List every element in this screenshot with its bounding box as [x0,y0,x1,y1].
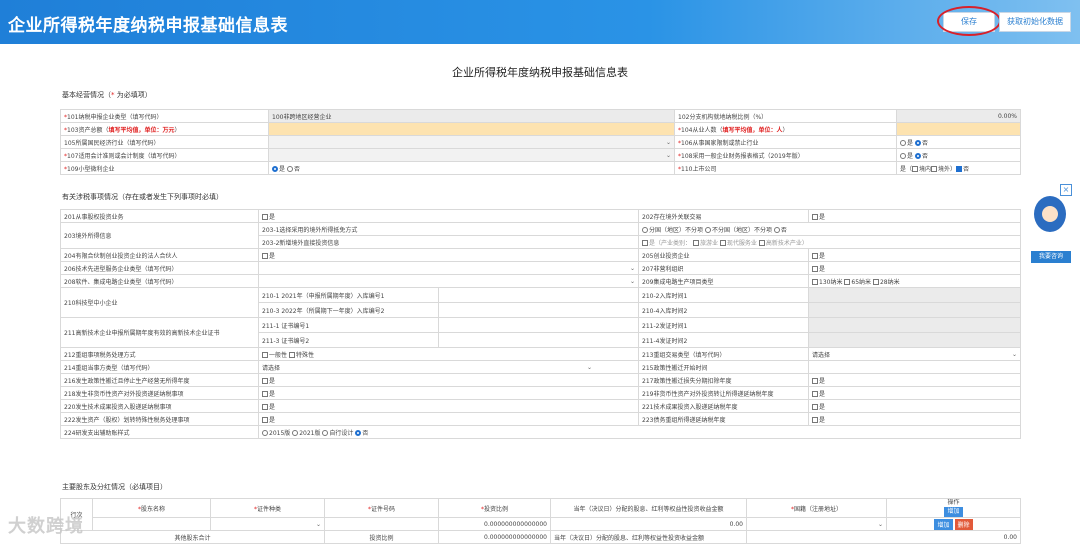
software-ic-type-select[interactable]: ⌄ [257,274,640,288]
sme-time-1-input[interactable] [808,287,1022,303]
shareholder-section-heading: 主要股东及分红情况（必填项目） [62,483,167,491]
table-row: 216发生政策性搬迁且停止生产经营无所得年度 是 217政策性搬迁损失分期扣除年… [60,373,1022,387]
table-row: 其他股东合计 投资比例 0.000000000000000 当年（决议日）分配的… [60,530,1021,544]
cert-number-2-input[interactable] [437,332,640,348]
watermark: 大数跨境 [8,516,84,537]
small-profit-radio[interactable]: 是 否 [268,161,675,175]
fetch-init-data-button[interactable]: 获取初始化数据 [999,12,1071,32]
tax-section-heading: 有关涉税事项情况（存在或者发生下列事项时必填） [62,193,223,201]
relocation-loss-checkbox[interactable]: 是 [808,373,1022,387]
table-row: 210科技型中小企业 210-1 2021年（申报所属期年度）入库编号1 210… [60,287,1022,318]
rd-ledger-radio[interactable]: 2015版 2021版 自行设计 否 [257,425,1022,439]
avatar [1034,196,1066,232]
relocation-start-input[interactable] [808,360,1022,374]
nonmonetary-deferral-checkbox[interactable]: 是 [808,386,1022,400]
table-row: 201从事股权投资业务 是 202存在境外关联交易 是 [60,209,1022,223]
app-title: 企业所得税年度纳税申报基础信息表 [8,16,288,36]
nationality-select[interactable]: ⌄ [746,517,887,531]
employee-count-input[interactable] [896,122,1021,136]
sme-number-2-input[interactable] [437,302,640,318]
tax-items-table: 201从事股权投资业务 是 202存在境外关联交易 是 203境外所得信息 20… [60,209,1022,439]
table-row: 206技术先进型服务企业类型（填写代码） ⌄ 207非营利组织 是 [60,261,1022,275]
listed-company-options[interactable]: 是（ 境内 境外）否 [896,161,1021,175]
sme-time-2-input[interactable] [808,302,1022,318]
table-row: *103资产总额（填写平均值，单位：万元） *104从业人数（填写平均值，单位：… [60,122,1021,136]
basic-info-table: *101纳税申报企业类型（填写代码） 100非跨地区经营企业 102分支机构就地… [60,109,1021,175]
id-type-select[interactable]: ⌄ [210,517,325,531]
add-header-button[interactable]: 增加 [944,507,963,517]
close-icon[interactable]: × [1060,184,1072,196]
ic-project-type-checkboxes[interactable]: 130纳米 65纳米 28纳米 [808,274,1022,288]
add-row-button[interactable]: 增加 [934,518,953,530]
table-row: 211高新技术企业申报所属期年度有效的高新技术企业证书 211-1 证书编号1 … [60,317,1022,348]
accounting-standard-select[interactable]: ⌄ [268,148,675,162]
consult-widget[interactable]: × 我要咨询 [1028,184,1074,264]
tech-invest-checkbox[interactable]: 是 [257,399,640,413]
restructure-method-checkboxes[interactable]: 一般性 特殊性 [257,347,640,361]
table-row: 203境外所得信息 203-1选择采用的境外所得抵免方式 分国（地区）不分项 不… [60,222,1022,249]
branch-ratio-field[interactable]: 0.00% [896,109,1021,123]
venture-capital-checkbox[interactable]: 是 [808,248,1022,262]
highlight-circle [937,6,1001,36]
table-row: 214重组当事方类型（填写代码） 请选择 ⌄ 215政策性搬迁开始时间 [60,360,1022,374]
restricted-industry-radio[interactable]: 是 否 [896,135,1021,149]
restructure-party-select[interactable]: 请选择 ⌄ [257,360,640,374]
table-row: 224研发支出辅助账样式 2015版 2021版 自行设计 否 [60,425,1022,439]
restructure-type-select[interactable]: 请选择 ⌄ [808,347,1022,361]
sme-number-1-input[interactable] [437,287,640,303]
nonmonetary-invest-checkbox[interactable]: 是 [257,386,640,400]
cert-time-1-input[interactable] [808,317,1022,333]
equity-investment-checkbox[interactable]: 是 [257,209,640,223]
table-row: *101纳税申报企业类型（填写代码） 100非跨地区经营企业 102分支机构就地… [60,109,1021,123]
table-row: *107适用会计准则或会计制度（填写代码） ⌄ *108采用一般企业财务报表格式… [60,148,1021,162]
nonprofit-checkbox[interactable]: 是 [808,261,1022,275]
id-number-input[interactable] [324,517,439,531]
basic-section-heading: 基本经营情况（* 为必填项） [62,91,152,99]
table-row: 220发生技术成果投资入股递延纳税事项 是 221技术成果投资入股递延纳税年度 … [60,399,1022,413]
ratio-input[interactable]: 0.000000000000000 [438,517,551,531]
header-bar: 企业所得税年度纳税申报基础信息表 保存 获取初始化数据 [0,0,1080,44]
new-overseas-investment[interactable]: 是（产业类别： 旅游业 现代服务业 高新技术产业） [638,235,1022,249]
industry-select[interactable]: ⌄ [268,135,675,149]
page-title: 企业所得税年度纳税申报基础信息表 [452,66,628,79]
overseas-related-checkbox[interactable]: 是 [808,209,1022,223]
delete-row-button[interactable]: 删除 [954,518,973,530]
table-row: 218发生非货币性资产对外投资递延纳税事项 是 219非货币性资产对外投资转让所… [60,386,1022,400]
cert-time-2-input[interactable] [808,332,1022,348]
table-row: *109小型微利企业 是 否 *110上市公司 是（ 境内 境外）否 [60,161,1021,175]
table-row: 208软件、集成电路企业类型（填写代码） ⌄ 209集成电路生产项目类型 130… [60,274,1022,288]
shareholder-name-input[interactable] [92,517,211,531]
lp-partner-checkbox[interactable]: 是 [257,248,640,262]
consult-label[interactable]: 我要咨询 [1031,251,1071,263]
report-format-radio[interactable]: 是 否 [896,148,1021,162]
table-row: ⌄ 0.000000000000000 0.00 ⌄ 增加 删除 [61,517,1021,531]
total-assets-input[interactable] [268,122,675,136]
tech-service-type-select[interactable]: ⌄ [257,261,640,275]
table-row: 204有限合伙制创业投资企业的法人合伙人 是 205创业投资企业 是 [60,248,1022,262]
shareholder-table: 行次 *股东名称 *证件种类 *证件号码 *投资比例 当年（决议日）分配的股息、… [60,498,1021,544]
credit-method-radio[interactable]: 分国（地区）不分项 不分国（地区）不分项 否 [638,222,1022,236]
enterprise-type-field[interactable]: 100非跨地区经营企业 [268,109,675,123]
debt-restructure-checkbox[interactable]: 是 [808,412,1022,426]
dividend-amount-input[interactable]: 0.00 [550,517,747,531]
table-row: 105所属国民经济行业（填写代码） ⌄ *106从事国家限制或禁止行业 是 否 [60,135,1021,149]
cert-number-1-input[interactable] [437,317,640,333]
table-row: 222发生资产（股权）划转特殊性税务处理事项 是 223债务重组所得递延纳税年度… [60,412,1022,426]
tech-deferral-checkbox[interactable]: 是 [808,399,1022,413]
table-header-row: 行次 *股东名称 *证件种类 *证件号码 *投资比例 当年（决议日）分配的股息、… [60,498,1021,531]
relocation-stop-checkbox[interactable]: 是 [257,373,640,387]
table-row: 212重组事项税务处理方式 一般性 特殊性 213重组交易类型（填写代码） 请选… [60,347,1022,361]
asset-transfer-checkbox[interactable]: 是 [257,412,640,426]
